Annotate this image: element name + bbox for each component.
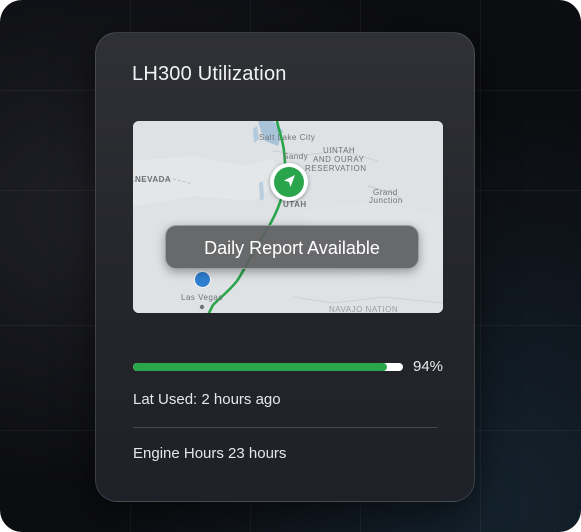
- map-label-navajo-nation: NAVAJO NATION: [329, 305, 399, 313]
- navigation-arrow-icon: [274, 167, 304, 197]
- divider: [133, 427, 438, 428]
- map-label-sandy: Sandy: [283, 152, 309, 161]
- utilization-card[interactable]: LH300 Utilization Salt Lake City Sandy U…: [95, 32, 475, 502]
- map-label-uintah-3: RESERVATION: [305, 164, 367, 173]
- map-terrain: [133, 121, 443, 313]
- grid-line: [480, 0, 481, 532]
- map-label-uintah-2: AND OURAY: [313, 155, 365, 164]
- map-label-utah: UTAH: [283, 200, 307, 209]
- map-label-uintah-1: UINTAH: [323, 146, 356, 155]
- map-label-nevada: NEVADA: [135, 175, 172, 184]
- daily-report-button[interactable]: Daily Report Available: [165, 225, 419, 269]
- card-title: LH300 Utilization: [132, 63, 287, 85]
- map-label-salt-lake-city: Salt Lake City: [259, 133, 316, 142]
- engine-hours-text: Engine Hours 23 hours: [133, 445, 287, 462]
- last-used-text: Lat Used: 2 hours ago: [133, 391, 281, 408]
- map-label-las-vegas: Las Vegas: [181, 293, 223, 302]
- route-map[interactable]: Salt Lake City Sandy UINTAH AND OURAY RE…: [133, 121, 443, 313]
- vehicle-marker[interactable]: [270, 163, 308, 201]
- background-frame: LH300 Utilization Salt Lake City Sandy U…: [0, 0, 581, 532]
- utilization-progress-bar: [133, 363, 403, 371]
- utilization-progress-fill: [133, 363, 387, 371]
- utilization-percent: 94%: [413, 358, 444, 375]
- current-location-dot[interactable]: [195, 272, 210, 287]
- map-label-grand-2: Junction: [369, 196, 403, 205]
